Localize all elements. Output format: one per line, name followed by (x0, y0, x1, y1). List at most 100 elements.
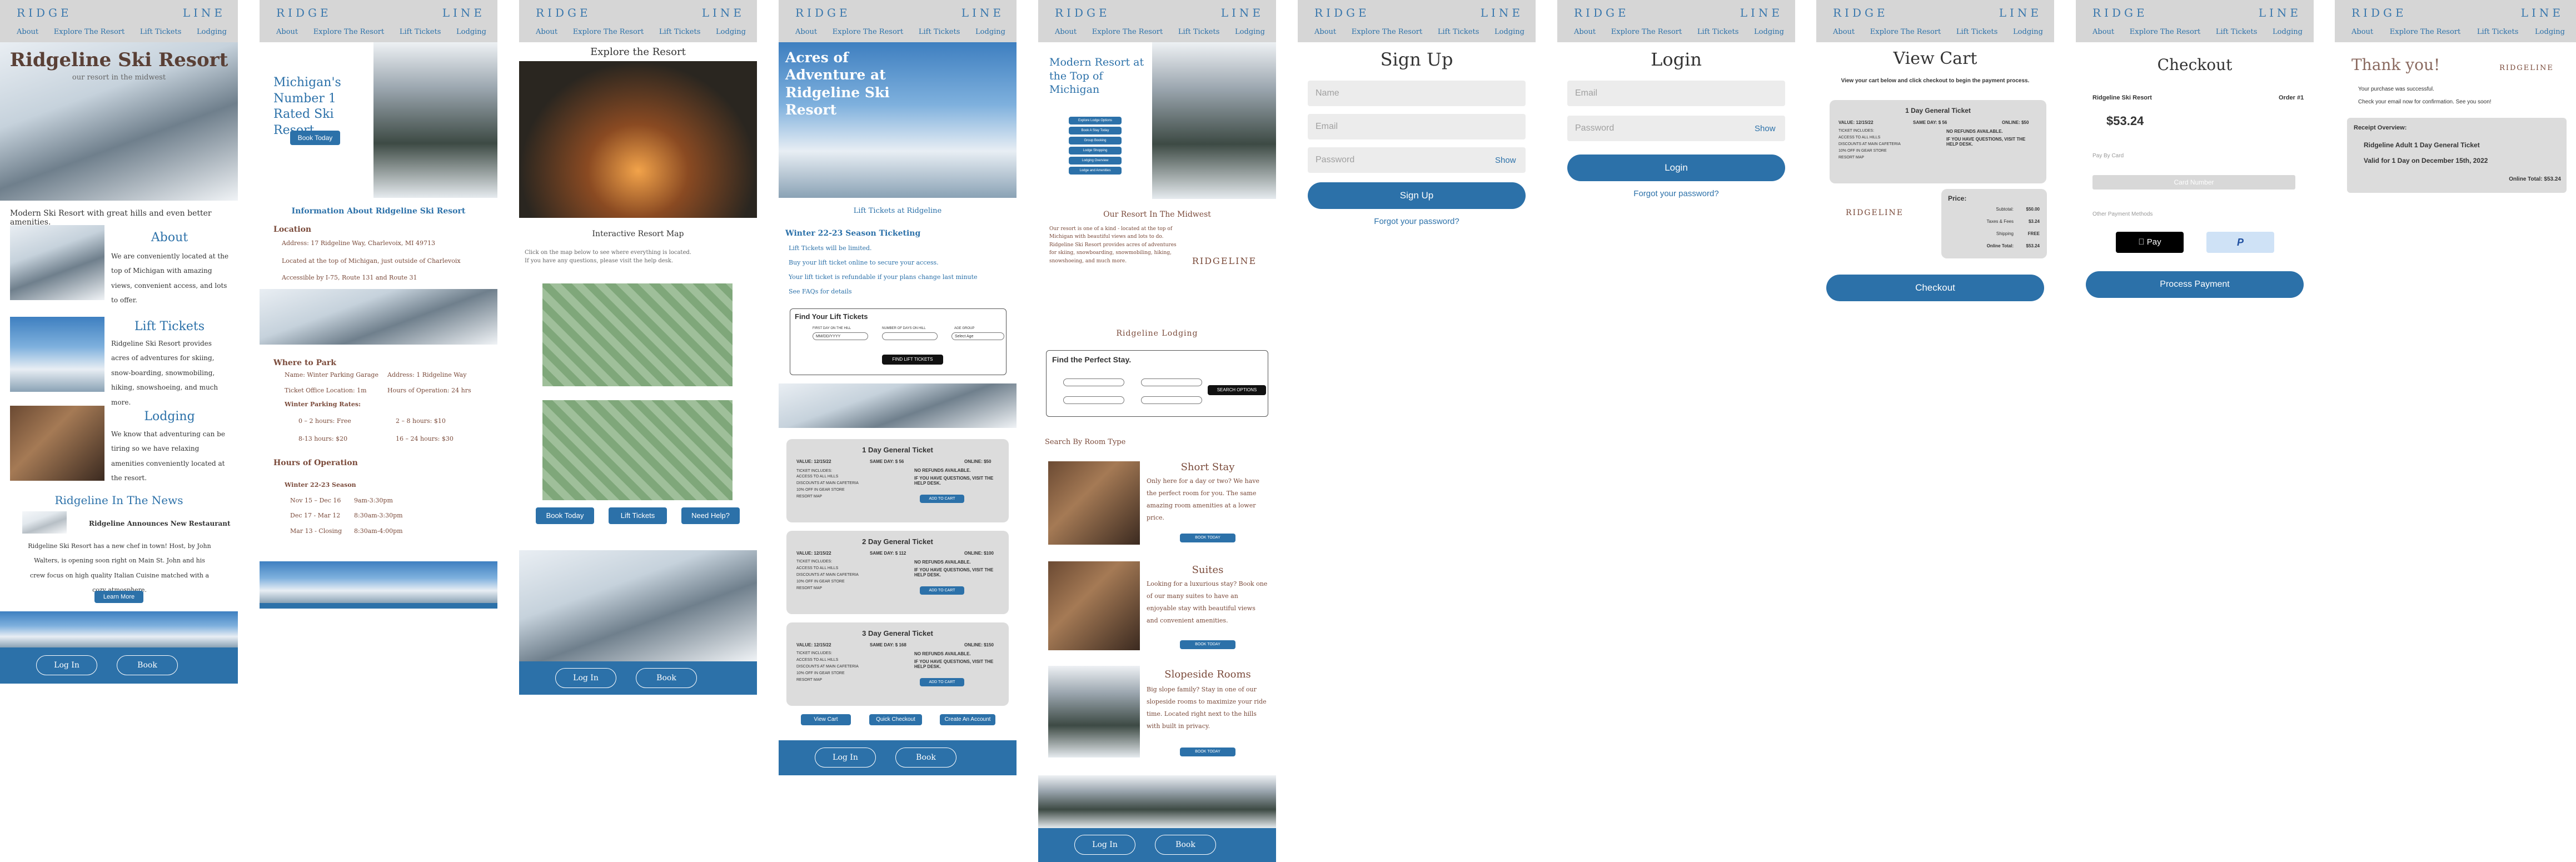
apple-pay-button[interactable]:  Pay (2116, 232, 2184, 253)
nav-about[interactable]: About (1055, 28, 1077, 36)
slopeside-book-button[interactable]: BOOK TODAY (1180, 748, 1235, 756)
nav-explore[interactable]: Explore The Resort (1870, 28, 1941, 36)
logo-right[interactable]: LINE (442, 6, 485, 19)
nav-about[interactable]: About (1314, 28, 1336, 36)
login-button[interactable]: Log In (1074, 835, 1135, 855)
logo-left[interactable]: RIDGE (276, 6, 332, 19)
nav-about[interactable]: About (536, 28, 557, 36)
nav-lift-tickets[interactable]: Lift Tickets (1178, 28, 1220, 36)
book-today-button[interactable]: Book Today (536, 507, 594, 524)
resort-map-top[interactable] (542, 283, 733, 386)
logo-left[interactable]: RIDGE (1314, 6, 1370, 19)
logo-right[interactable]: LINE (1999, 6, 2042, 19)
nav-explore[interactable]: Explore The Resort (1092, 28, 1163, 36)
age-select[interactable]: Select Age (951, 332, 1004, 340)
learn-more-button[interactable]: Learn More (94, 591, 143, 603)
email-field[interactable]: Email (1567, 81, 1785, 106)
nav-lift-tickets[interactable]: Lift Tickets (919, 28, 960, 36)
logo-right[interactable]: LINE (2521, 6, 2564, 19)
create-account-button[interactable]: Create An Account (940, 714, 995, 725)
nav-about[interactable]: About (2351, 28, 2373, 36)
logo-left[interactable]: RIDGE (1055, 6, 1110, 19)
nav-lift-tickets[interactable]: Lift Tickets (1697, 28, 1739, 36)
nav-lodging[interactable]: Lodging (197, 28, 227, 36)
logo-right[interactable]: LINE (1481, 6, 1523, 19)
nav-lodging[interactable]: Lodging (2273, 28, 2303, 36)
checkout-button[interactable]: Checkout (1826, 275, 2044, 301)
book-button[interactable]: Book (117, 655, 178, 675)
add-to-cart-button[interactable]: ADD TO CART (920, 678, 964, 686)
forgot-password-link[interactable]: Forgot your password? (1298, 217, 1536, 226)
login-button[interactable]: Log In (36, 655, 97, 675)
nav-lift-tickets[interactable]: Lift Tickets (659, 28, 701, 36)
nav-lodging[interactable]: Lodging (1494, 28, 1524, 36)
nav-explore[interactable]: Explore The Resort (2390, 28, 2460, 36)
password-field[interactable]: Password (1308, 147, 1526, 173)
lodge-menu-5[interactable]: Lodging Overview (1069, 157, 1122, 165)
nav-about[interactable]: About (276, 28, 298, 36)
card-number-field[interactable]: Card Number (2092, 175, 2295, 190)
book-button[interactable]: Book (1155, 835, 1216, 855)
logo-right[interactable]: LINE (2259, 6, 2301, 19)
lodge-menu-2[interactable]: Book A Stay Today (1069, 127, 1122, 134)
nav-about[interactable]: About (2092, 28, 2114, 36)
logo-left[interactable]: RIDGE (1574, 6, 1630, 19)
nav-about[interactable]: About (1574, 28, 1596, 36)
logo-left[interactable]: RIDGE (1833, 6, 1889, 19)
book-button[interactable]: Book (636, 668, 697, 688)
login-button[interactable]: Log In (815, 748, 876, 768)
login-button[interactable]: Login (1567, 155, 1785, 181)
signup-button[interactable]: Sign Up (1308, 182, 1526, 209)
quick-checkout-button[interactable]: Quick Checkout (869, 714, 922, 725)
lodge-menu-4[interactable]: Lodge Shopping (1069, 147, 1122, 155)
nav-explore[interactable]: Explore The Resort (2130, 28, 2200, 36)
search-options-button[interactable]: SEARCH OPTIONS (1208, 385, 1266, 395)
nav-lodging[interactable]: Lodging (2013, 28, 2043, 36)
password-field[interactable]: Password (1567, 116, 1785, 141)
suites-book-button[interactable]: BOOK TODAY (1180, 640, 1235, 649)
forgot-password-link[interactable]: Forgot your password? (1557, 189, 1795, 198)
show-password-toggle[interactable]: Show (1755, 124, 1776, 133)
logo-left[interactable]: RIDGE (2092, 6, 2148, 19)
nav-lift-tickets[interactable]: Lift Tickets (1438, 28, 1479, 36)
process-payment-button[interactable]: Process Payment (2086, 271, 2304, 298)
email-field[interactable]: Email (1308, 114, 1526, 139)
logo-right[interactable]: LINE (183, 6, 226, 19)
nav-lift-tickets[interactable]: Lift Tickets (1956, 28, 1998, 36)
need-help-button[interactable]: Need Help? (681, 507, 740, 524)
nav-lift-tickets[interactable]: Lift Tickets (2216, 28, 2258, 36)
logo-right[interactable]: LINE (1221, 6, 1264, 19)
logo-right[interactable]: LINE (1740, 6, 1783, 19)
logo-left[interactable]: RIDGE (536, 6, 591, 19)
nav-lodging[interactable]: Lodging (1754, 28, 1784, 36)
nav-lodging[interactable]: Lodging (456, 28, 486, 36)
nav-about[interactable]: About (795, 28, 817, 36)
logo-left[interactable]: RIDGE (17, 6, 72, 19)
book-button[interactable]: Book (895, 748, 956, 768)
lodge-menu-3[interactable]: Group Booking (1069, 137, 1122, 145)
checkout-input[interactable] (1063, 396, 1124, 404)
days-select[interactable] (882, 332, 938, 340)
name-field[interactable]: Name (1308, 81, 1526, 106)
resort-map-bottom[interactable] (542, 400, 733, 500)
find-tickets-button[interactable]: FIND LIFT TICKETS (882, 355, 943, 365)
checkin-input[interactable] (1063, 378, 1124, 386)
nav-lodging[interactable]: Lodging (1235, 28, 1265, 36)
book-today-button[interactable]: Book Today (290, 131, 340, 145)
lodge-menu-6[interactable]: Lodge and Amenities (1069, 167, 1122, 175)
login-button[interactable]: Log In (555, 668, 616, 688)
nav-explore[interactable]: Explore The Resort (833, 28, 903, 36)
add-to-cart-button[interactable]: ADD TO CART (920, 586, 964, 595)
logo-left[interactable]: RIDGE (795, 6, 851, 19)
nav-about[interactable]: About (1833, 28, 1855, 36)
nav-lodging[interactable]: Lodging (2535, 28, 2565, 36)
show-password-toggle[interactable]: Show (1495, 156, 1516, 165)
nav-explore[interactable]: Explore The Resort (1352, 28, 1422, 36)
logo-right[interactable]: LINE (702, 6, 745, 19)
nav-explore[interactable]: Explore The Resort (1611, 28, 1682, 36)
nav-explore[interactable]: Explore The Resort (54, 28, 124, 36)
nav-lodging[interactable]: Lodging (975, 28, 1005, 36)
view-cart-button[interactable]: View Cart (801, 714, 851, 725)
nav-lift-tickets[interactable]: Lift Tickets (140, 28, 182, 36)
logo-right[interactable]: LINE (961, 6, 1004, 19)
